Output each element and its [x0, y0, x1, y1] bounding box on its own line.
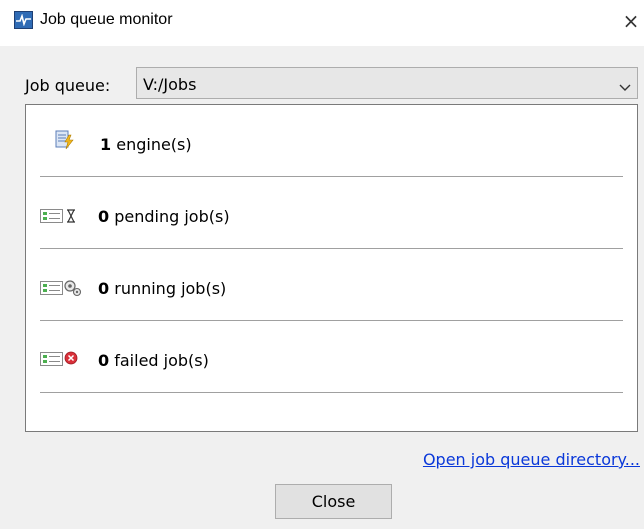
- failed-label: failed job(s): [114, 351, 209, 370]
- failed-count: 0: [98, 351, 110, 370]
- monitor-icon: [14, 11, 33, 29]
- failed-row: 0 failed job(s): [26, 321, 637, 393]
- close-window-icon[interactable]: ×: [621, 11, 641, 31]
- pending-row: 0 pending job(s): [26, 177, 637, 249]
- open-job-queue-directory-link[interactable]: Open job queue directory...: [423, 450, 640, 469]
- job-queue-label: Job queue:: [25, 76, 111, 95]
- failed-job-icon: [40, 350, 88, 372]
- window-title: Job queue monitor: [40, 11, 173, 28]
- close-button[interactable]: Close: [275, 484, 392, 519]
- status-panel: 1 engine(s) 0 pending job(s) 0 running j…: [25, 104, 638, 432]
- divider: [40, 392, 623, 393]
- failed-text: 0 failed job(s): [98, 351, 209, 370]
- running-row: 0 running job(s): [26, 249, 637, 321]
- pending-label: pending job(s): [114, 207, 230, 226]
- engines-count: 1: [100, 135, 112, 154]
- job-queue-select[interactable]: V:/Jobs: [136, 67, 638, 99]
- engine-icon: [54, 130, 76, 154]
- engines-label: engine(s): [116, 135, 192, 154]
- running-text: 0 running job(s): [98, 279, 226, 298]
- job-queue-value: V:/Jobs: [143, 75, 197, 94]
- pending-text: 0 pending job(s): [98, 207, 230, 226]
- pending-count: 0: [98, 207, 110, 226]
- engines-row: 1 engine(s): [26, 105, 637, 177]
- title-bar: Job queue monitor ×: [0, 0, 644, 46]
- chevron-down-icon: [619, 77, 631, 96]
- running-count: 0: [98, 279, 110, 298]
- engines-text: 1 engine(s): [100, 135, 192, 154]
- running-job-icon: [40, 279, 88, 301]
- running-label: running job(s): [114, 279, 227, 298]
- pending-job-icon: [40, 208, 88, 228]
